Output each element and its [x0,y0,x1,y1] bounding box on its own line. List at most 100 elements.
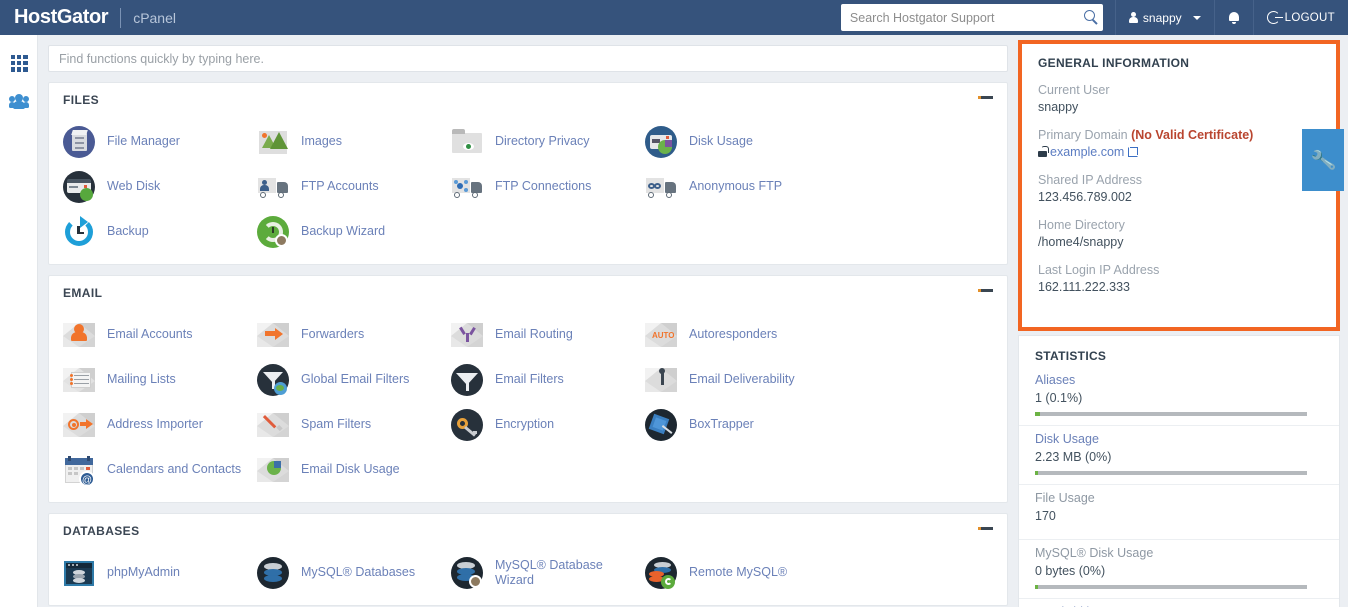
global-email-filters-icon [257,363,289,396]
tile-email-disk-usage[interactable]: Email Disk Usage [249,447,443,492]
tile-label: Address Importer [107,417,203,431]
encryption-icon [451,408,483,441]
brand-subtitle: cPanel [133,9,176,26]
tile-email-routing[interactable]: Email Routing [443,312,637,357]
tile-label: Mailing Lists [107,372,176,386]
general-information-title: GENERAL INFORMATION [1038,56,1190,70]
tile-phpmyadmin[interactable]: phpMyAdmin [55,550,249,595]
statistic-progress-bar [1035,585,1307,589]
sidebar-item-apps[interactable] [0,44,38,82]
tile-forwarders[interactable]: Forwarders [249,312,443,357]
tile-label: File Manager [107,134,180,148]
statistic-row: Disk Usage 2.23 MB (0%) [1019,425,1339,484]
tile-backup[interactable]: Backup [55,209,249,254]
shared-ip-value: 123.456.789.002 [1038,190,1132,204]
tile-label: Calendars and Contacts [107,462,242,476]
tile-spam-filters[interactable]: Spam Filters [249,402,443,447]
section-title: EMAIL [63,286,103,300]
chevron-down-icon [1192,15,1201,20]
tile-mysql-database-wizard[interactable]: MySQL® Database Wizard [443,550,637,595]
tile-file-manager[interactable]: File Manager [55,119,249,164]
left-sidebar [0,35,38,607]
logout-button[interactable]: LOGOUT [1252,0,1348,35]
support-search[interactable] [840,4,1103,31]
external-link-icon[interactable] [1128,147,1139,157]
section-header: DATABASES [49,514,1007,548]
file-manager-icon [63,125,95,158]
tile-email-filters[interactable]: Email Filters [443,357,637,402]
collapse-section-button[interactable] [978,96,993,99]
tile-address-importer[interactable]: Address Importer [55,402,249,447]
tile-label: FTP Accounts [301,179,379,193]
last-login-ip-label: Last Login IP Address [1038,263,1160,277]
tile-boxtrapper[interactable]: BoxTrapper [637,402,831,447]
statistic-value: 1 (0.1%) [1035,391,1083,405]
tile-calendars-and-contacts[interactable]: @ Calendars and Contacts [55,447,249,492]
user-menu-label: snappy [1142,10,1182,25]
calendars-contacts-icon: @ [63,454,95,487]
section-files: FILES File Manager Images Directory Privacy… [48,82,1008,265]
tile-email-deliverability[interactable]: Email Deliverability [637,357,831,402]
right-panel: GENERAL INFORMATION Current User snappy … [1018,35,1348,607]
tile-label: Email Filters [495,372,564,386]
tile-label: Images [301,134,342,148]
tile-disk-usage[interactable]: Disk Usage [637,119,831,164]
tile-global-email-filters[interactable]: Global Email Filters [249,357,443,402]
general-information-panel: GENERAL INFORMATION Current User snappy … [1018,40,1344,331]
anonymous-ftp-icon [645,171,677,203]
section-email: EMAIL Email Accounts Forwarders Email Routi… [48,275,1008,503]
wrench-icon: 🔧 [1309,147,1337,174]
primary-domain-link[interactable]: example.com [1050,145,1124,159]
logout-label: LOGOUT [1284,11,1335,24]
tools-tab-button[interactable]: 🔧 [1302,129,1344,191]
statistic-name[interactable]: Disk Usage [1035,432,1323,446]
sidebar-item-user-manager[interactable] [0,82,38,120]
find-functions-bar[interactable] [48,45,1008,72]
tile-grid: File Manager Images Directory Privacy Disk … [49,117,1007,254]
brand-area[interactable]: HostGator cPanel [0,6,176,29]
statistics-title: STATISTICS [1035,349,1107,363]
tile-mailing-lists[interactable]: Mailing Lists [55,357,249,402]
web-disk-icon [63,170,95,203]
user-menu[interactable]: snappy [1114,0,1214,35]
tile-label: Email Disk Usage [301,462,400,476]
tile-remote-mysql[interactable]: Remote MySQL® [637,550,831,595]
notifications-button[interactable] [1213,0,1253,35]
disk-usage-icon [645,125,677,158]
no-valid-certificate-warning: (No Valid Certificate) [1131,128,1254,142]
search-input[interactable] [840,4,1103,31]
page-scrollbar[interactable] [1340,35,1348,607]
statistic-name[interactable]: Aliases [1035,373,1323,387]
users-icon [9,93,29,109]
statistics-rows: Aliases 1 (0.1%) Disk Usage 2.23 MB (0%) Fil… [1019,373,1339,607]
tile-directory-privacy[interactable]: Directory Privacy [443,119,637,164]
find-functions-input[interactable] [49,46,1007,71]
collapse-section-button[interactable] [978,527,993,530]
tile-anonymous-ftp[interactable]: Anonymous FTP [637,164,831,209]
tile-mysql-databases[interactable]: MySQL® Databases [249,550,443,595]
tile-web-disk[interactable]: Web Disk [55,164,249,209]
ftp-accounts-icon [257,171,289,203]
tile-autoresponders[interactable]: AUTO Autoresponders [637,312,831,357]
statistic-row: File Usage 170 [1019,484,1339,539]
grid-icon [10,54,28,72]
tile-encryption[interactable]: Encryption [443,402,637,447]
tile-ftp-accounts[interactable]: FTP Accounts [249,164,443,209]
tile-backup-wizard[interactable]: Backup Wizard [249,209,443,254]
search-icon[interactable] [1083,10,1095,21]
header-actions: snappy LOGOUT [840,0,1348,35]
tile-label: Forwarders [301,327,365,341]
statistic-row: MySQL® Disk Usage 0 bytes (0%) [1019,539,1339,598]
remote-mysql-icon [645,556,677,589]
collapse-section-button[interactable] [978,289,993,292]
tile-grid: Email Accounts Forwarders Email Routing AUT… [49,310,1007,492]
unlocked-lock-icon [1038,146,1049,157]
tile-email-accounts[interactable]: Email Accounts [55,312,249,357]
statistic-row: Bandwidth [1019,598,1339,607]
tile-label: phpMyAdmin [107,565,180,579]
tile-ftp-connections[interactable]: FTP Connections [443,164,637,209]
primary-domain-label: Primary Domain (No Valid Certificate) [1038,128,1254,142]
statistic-progress-bar [1035,471,1307,475]
tile-images[interactable]: Images [249,119,443,164]
tile-label: MySQL® Database Wizard [495,557,603,587]
